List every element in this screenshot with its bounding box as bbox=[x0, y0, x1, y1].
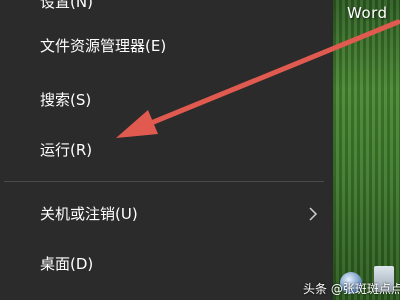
menu-item-settings[interactable]: 设置(N) bbox=[0, 0, 333, 20]
watermark-text: 头条 @张斑斑点点 bbox=[303, 282, 400, 296]
start-context-menu: 设置(N) 文件资源管理器(E) 搜索(S) 运行(R) 关机或注销(U) 桌面… bbox=[0, 0, 333, 300]
menu-item-label: 设置(N) bbox=[40, 0, 93, 11]
menu-item-label: 搜索(S) bbox=[40, 91, 92, 109]
desktop-wallpaper bbox=[333, 0, 400, 300]
desktop-word-label: Word bbox=[347, 4, 388, 22]
menu-item-shutdown-signout[interactable]: 关机或注销(U) bbox=[0, 196, 333, 232]
menu-item-label: 运行(R) bbox=[40, 141, 93, 159]
menu-item-file-explorer[interactable]: 文件资源管理器(E) bbox=[0, 28, 333, 64]
menu-item-label: 文件资源管理器(E) bbox=[40, 37, 167, 55]
menu-item-run[interactable]: 运行(R) bbox=[0, 132, 333, 168]
chevron-right-icon bbox=[309, 207, 318, 221]
menu-item-label: 桌面(D) bbox=[40, 255, 94, 273]
menu-item-search[interactable]: 搜索(S) bbox=[0, 82, 333, 118]
menu-item-desktop[interactable]: 桌面(D) bbox=[0, 246, 333, 282]
menu-item-label: 关机或注销(U) bbox=[40, 205, 138, 223]
menu-separator bbox=[4, 181, 324, 182]
